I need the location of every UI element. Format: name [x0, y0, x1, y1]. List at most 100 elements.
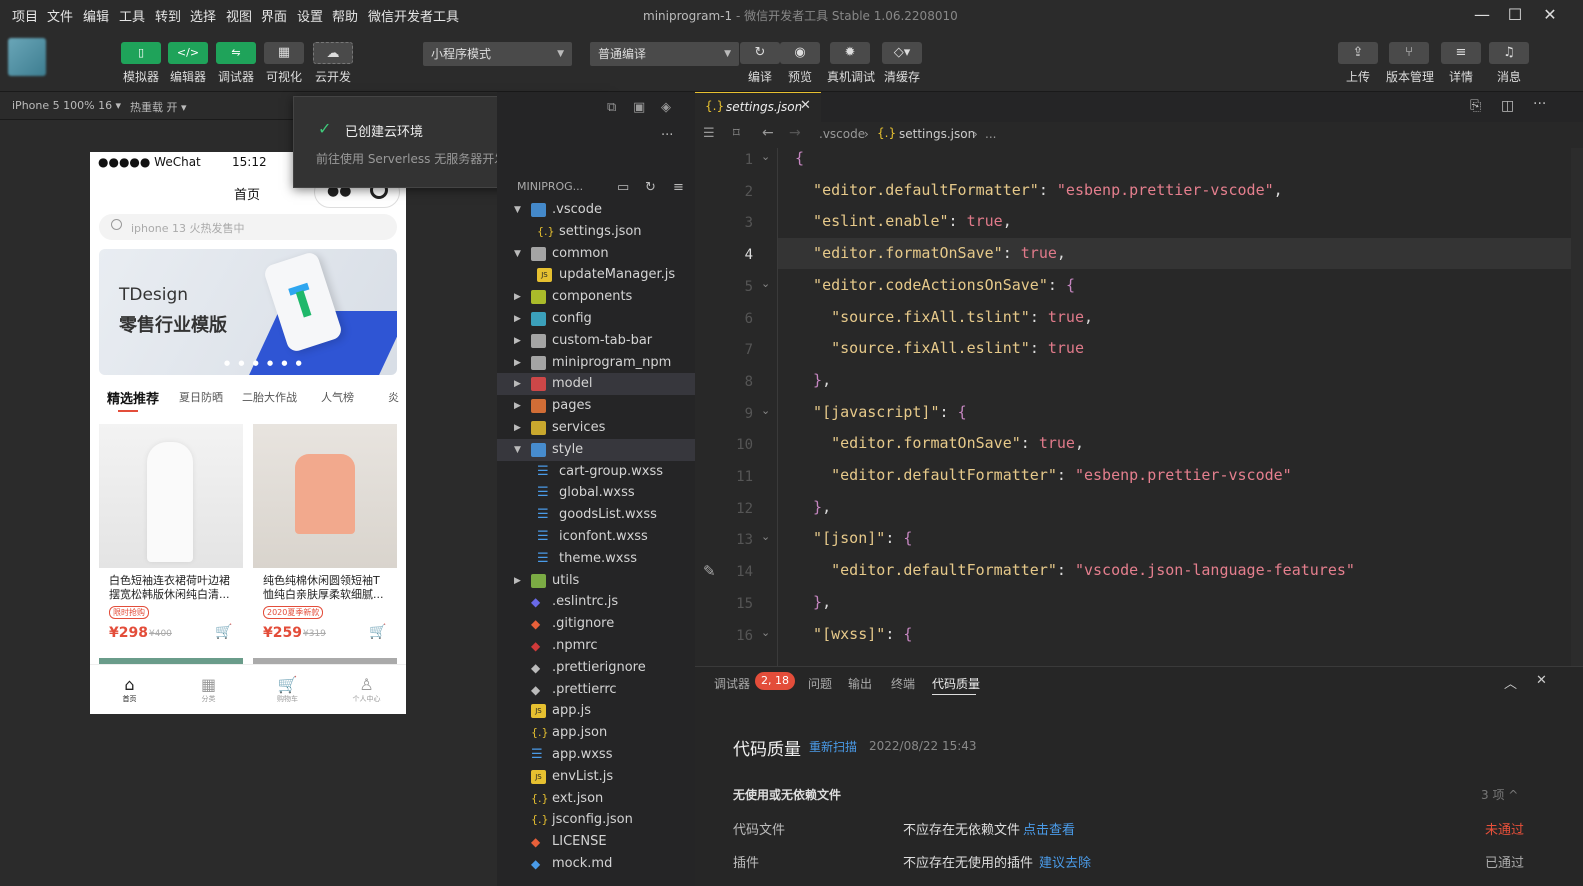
panel-tab[interactable]: 代码质量: [932, 675, 980, 692]
chevron-right-icon[interactable]: ▶: [514, 395, 521, 417]
tabbar-item[interactable]: 🛒 购物车: [248, 665, 327, 714]
menu-item[interactable]: 工具: [119, 6, 145, 25]
menu-item[interactable]: 设置: [297, 6, 323, 25]
category-tab[interactable]: 精选推荐: [107, 388, 159, 407]
mode-select[interactable]: 小程序模式 ▼: [423, 42, 572, 66]
add-cart-icon[interactable]: 🛒: [369, 624, 386, 640]
category-tab[interactable]: 人气榜: [321, 389, 354, 405]
file-row[interactable]: ◆ LICENSE: [497, 831, 695, 853]
file-row[interactable]: ▶ custom-tab-bar: [497, 330, 695, 352]
chevron-down-icon[interactable]: ▼: [514, 243, 521, 265]
file-row[interactable]: ▶ pages: [497, 395, 695, 417]
file-row[interactable]: ☰ app.wxss: [497, 744, 695, 766]
open-changes-icon[interactable]: ⎘: [1470, 98, 1481, 114]
file-row[interactable]: ▶ model: [497, 373, 695, 396]
split-editor-icon[interactable]: ◫: [1501, 98, 1514, 114]
files-icon[interactable]: ⧉: [607, 100, 616, 115]
save-icon[interactable]: ▣: [633, 100, 645, 115]
panel-tab[interactable]: 终端: [891, 675, 915, 692]
minimize-button[interactable]: —: [1470, 4, 1494, 26]
file-row[interactable]: JS updateManager.js: [497, 264, 695, 286]
fold-chevron-icon[interactable]: ⌄: [761, 626, 770, 639]
code-line[interactable]: "source.fixAll.tslint": true,: [795, 308, 1093, 326]
file-row[interactable]: {.} app.json: [497, 722, 695, 744]
collapse-icon[interactable]: ≡: [673, 180, 684, 195]
chevron-right-icon[interactable]: ▶: [514, 373, 521, 395]
chevron-up-icon[interactable]: ︿: [1504, 673, 1517, 692]
toolbar-debug-button[interactable]: ⇋: [216, 42, 256, 64]
menu-item[interactable]: 视图: [226, 6, 252, 25]
toolbar-phone-button[interactable]: ▯: [121, 42, 161, 64]
toolbar-eye-button[interactable]: ◉: [780, 42, 820, 64]
category-tab[interactable]: 炎: [388, 389, 399, 405]
code-line[interactable]: "eslint.enable": true,: [795, 212, 1012, 230]
chevron-right-icon[interactable]: ▶: [514, 417, 521, 439]
chevron-right-icon[interactable]: ▶: [514, 352, 521, 374]
panel-tab[interactable]: 调试器: [714, 675, 750, 692]
code-line[interactable]: "[wxss]": {: [795, 625, 912, 643]
menu-item[interactable]: 转到: [155, 6, 181, 25]
file-row[interactable]: ◆ mock.md: [497, 853, 695, 875]
file-row[interactable]: {.} ext.json: [497, 788, 695, 810]
back-icon[interactable]: ←: [762, 125, 774, 141]
toolbar-cloud-button[interactable]: ☁: [313, 42, 353, 64]
section-count[interactable]: 3 项 ^: [1481, 786, 1518, 803]
scrollbar[interactable]: [1571, 148, 1583, 666]
code-line[interactable]: "[json]": {: [795, 529, 912, 547]
more-actions-icon[interactable]: ···: [1533, 96, 1546, 112]
close-panel-icon[interactable]: ✕: [1536, 673, 1547, 688]
chevron-down-icon[interactable]: ▼: [514, 439, 521, 461]
code-line[interactable]: },: [795, 371, 831, 389]
file-row[interactable]: ▶ miniprogram_npm: [497, 352, 695, 374]
code-line[interactable]: {: [795, 149, 804, 167]
docker-icon[interactable]: ◈: [661, 100, 671, 115]
file-row[interactable]: {.} settings.json: [497, 221, 695, 243]
close-tab-icon[interactable]: ✕: [800, 98, 811, 113]
bookmark-icon[interactable]: ⌑: [733, 126, 740, 141]
banner[interactable]: TDesign 零售行业模版 ● ● ● ● ● ●: [99, 249, 397, 375]
menu-item[interactable]: 选择: [190, 6, 216, 25]
quality-row-link[interactable]: 点击查看: [1023, 819, 1075, 838]
toolbar-layout-button[interactable]: ▦: [264, 42, 304, 64]
toolbar-menu-button[interactable]: ≡: [1441, 42, 1481, 64]
file-row[interactable]: ▶ services: [497, 417, 695, 439]
code-line[interactable]: "editor.formatOnSave": true,: [795, 244, 1066, 262]
tabbar-item[interactable]: ♙ 个人中心: [327, 665, 406, 714]
toolbar-layers-button[interactable]: ◇▾: [882, 42, 922, 64]
menu-item[interactable]: 帮助: [332, 6, 358, 25]
file-row[interactable]: JS app.js: [497, 700, 695, 722]
maximize-button[interactable]: ☐: [1503, 4, 1527, 26]
device-select[interactable]: iPhone 5 100% 16 ▾: [12, 99, 121, 112]
rescan-link[interactable]: 重新扫描: [809, 738, 857, 755]
file-row[interactable]: ☰ global.wxss: [497, 482, 695, 504]
tab-settings-json[interactable]: {.} settings.json ✕: [695, 92, 821, 122]
file-row[interactable]: ☰ goodsList.wxss: [497, 504, 695, 526]
panel-tab[interactable]: 输出: [848, 675, 872, 692]
code-line[interactable]: "[javascript]": {: [795, 403, 967, 421]
code-line[interactable]: "editor.defaultFormatter": "vscode.json-…: [795, 561, 1355, 579]
product-card[interactable]: 白色短袖连衣裙荷叶边裙摆宽松韩版休闲纯白清... 限时抢购 ¥298 ¥400 🛒: [99, 424, 243, 652]
file-row[interactable]: {.} jsconfig.json: [497, 809, 695, 831]
file-row[interactable]: ▶ utils: [497, 570, 695, 592]
chevron-down-icon[interactable]: ▼: [514, 199, 521, 221]
chevron-right-icon[interactable]: ▶: [514, 286, 521, 308]
category-tab[interactable]: 夏日防晒: [179, 389, 223, 405]
file-row[interactable]: ◆ .prettierrc: [497, 679, 695, 701]
code-line[interactable]: "editor.defaultFormatter": "esbenp.prett…: [795, 466, 1292, 484]
file-row[interactable]: ▼ .vscode: [497, 199, 695, 221]
category-tab[interactable]: 二胎大作战: [242, 389, 297, 405]
file-row[interactable]: ☰ iconfont.wxss: [497, 526, 695, 548]
file-row[interactable]: ▶ components: [497, 286, 695, 308]
chevron-right-icon[interactable]: ▶: [514, 330, 521, 352]
toolbar-code-button[interactable]: </>: [168, 42, 208, 64]
code-line[interactable]: },: [795, 593, 831, 611]
banner-dots[interactable]: ● ● ● ● ● ●: [224, 359, 305, 367]
breadcrumb-more[interactable]: ...: [985, 127, 996, 141]
file-row[interactable]: JS envList.js: [497, 766, 695, 788]
search-input[interactable]: iphone 13 火热发售中: [99, 214, 397, 240]
toolbar-bug-button[interactable]: ✹: [830, 42, 870, 64]
compile-select[interactable]: 普通编译 ▼: [590, 42, 739, 66]
toolbar-refresh-button[interactable]: ↻: [740, 42, 780, 64]
product-card[interactable]: 纯色纯棉休闲圆领短袖T恤纯白亲肤厚柔软细腻... 2020夏季新款 ¥259 ¥319…: [253, 424, 397, 652]
code-line[interactable]: "editor.defaultFormatter": "esbenp.prett…: [795, 181, 1283, 199]
